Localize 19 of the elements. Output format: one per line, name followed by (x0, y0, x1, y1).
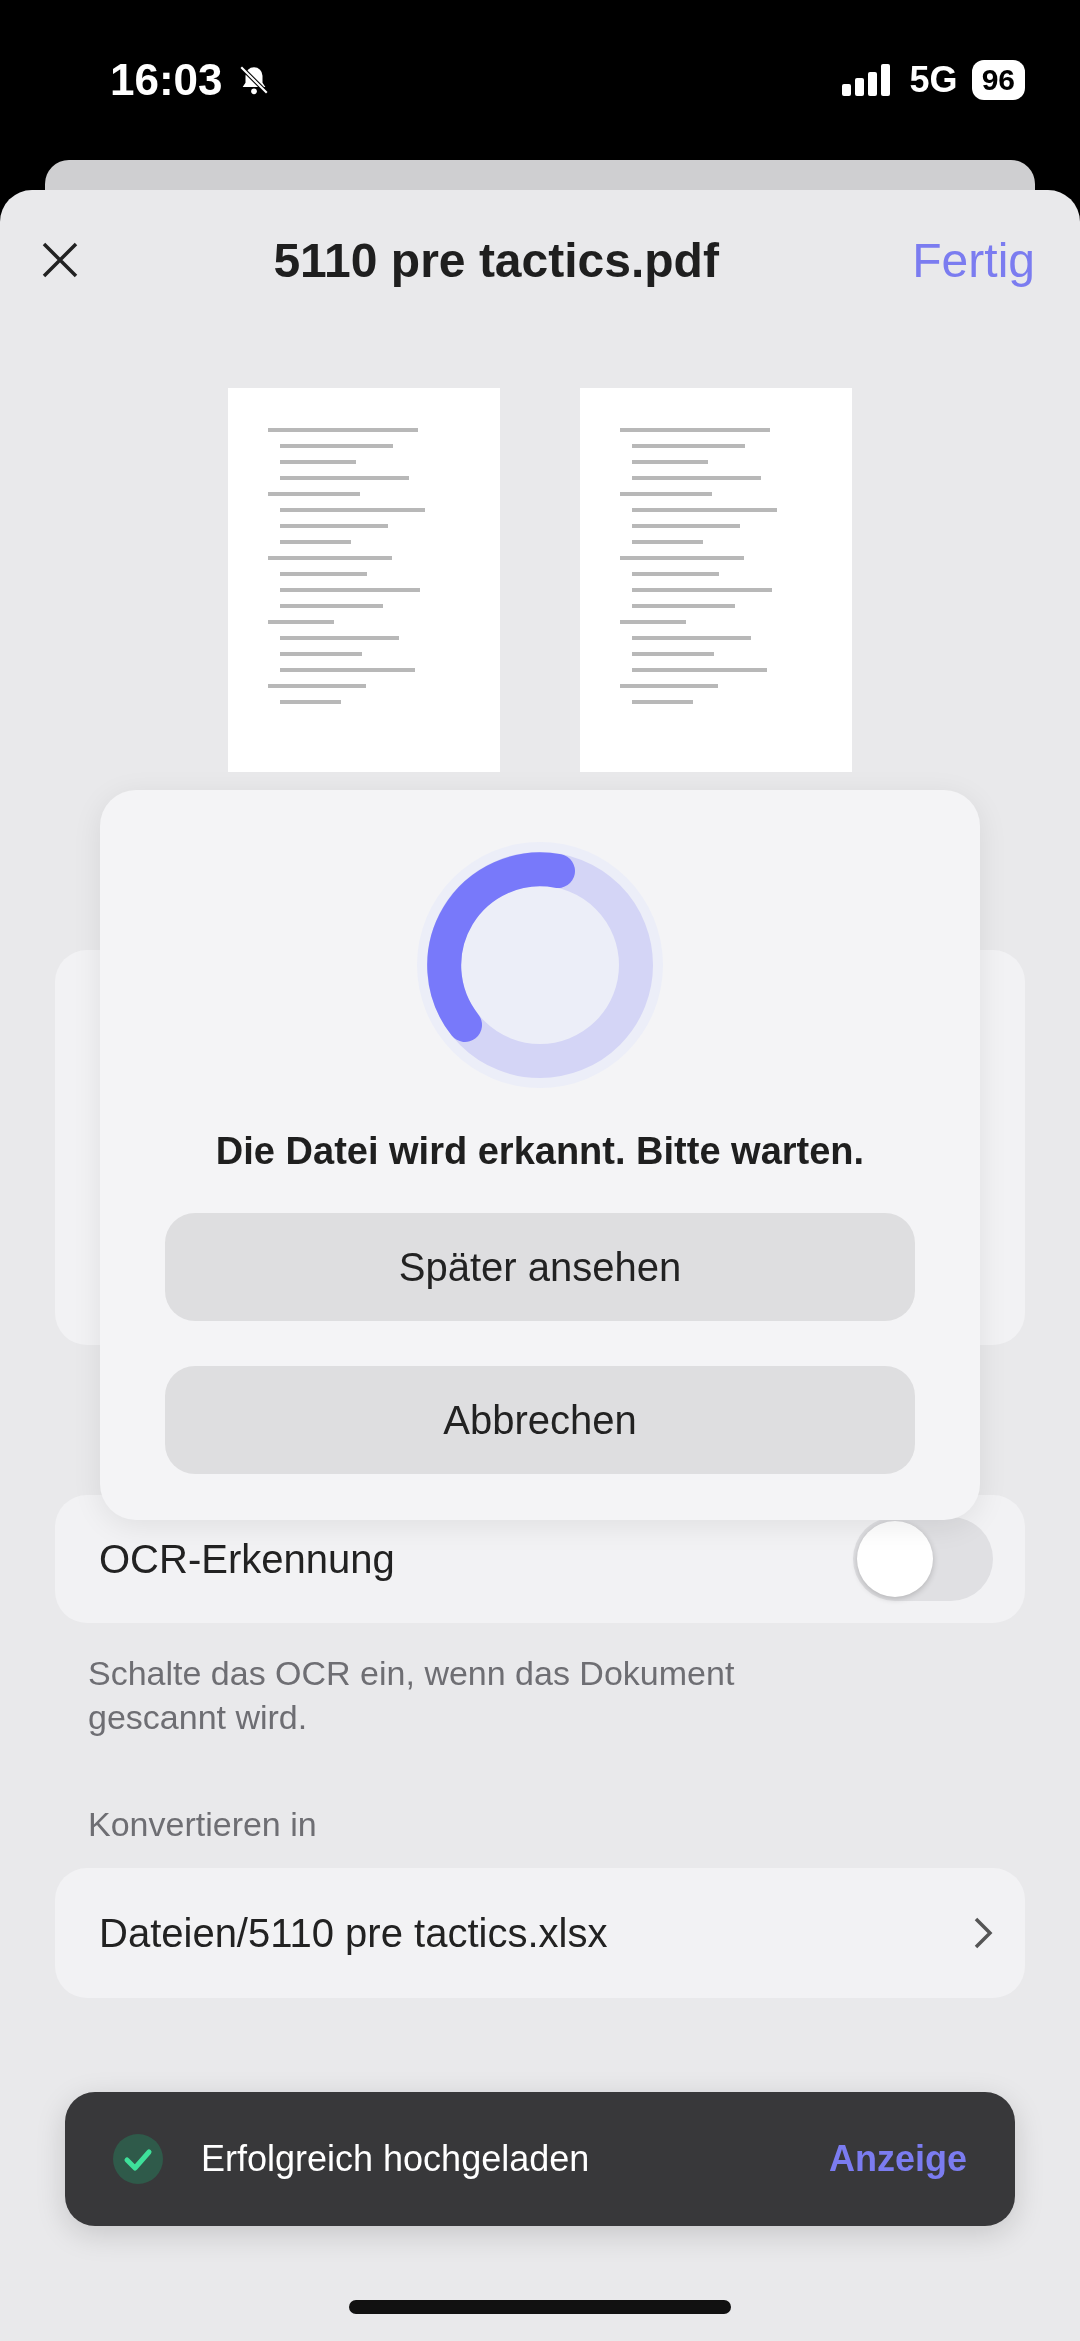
close-icon[interactable] (40, 240, 80, 280)
loading-spinner-icon (415, 840, 665, 1090)
battery-level: 96 (971, 60, 1025, 100)
chevron-right-icon (973, 1916, 993, 1951)
network-label: 5G (909, 59, 958, 101)
status-time: 16:03 (110, 55, 223, 105)
page-thumbnail[interactable] (580, 388, 852, 772)
toast-message: Erfolgreich hochgeladen (201, 2138, 591, 2180)
dialog-button[interactable]: Später ansehen (165, 1213, 915, 1321)
ocr-label: OCR-Erkennung (99, 1536, 395, 1582)
section-label: Konvertieren in (87, 1805, 318, 1845)
ocr-hint: Schalte das OCR ein, wenn das Dokument gescannt wird. (87, 1653, 736, 1739)
destination-row[interactable]: Dateien/5110 pre tactics.xlsx (55, 1868, 1025, 1999)
dialog-button[interactable]: Abbrechen (165, 1366, 915, 1474)
document-title: 5110 pre tactics.pdf (273, 232, 719, 288)
dialog-message: Die Datei wird erkannt. Bitte warten. (215, 1130, 865, 1173)
page-thumbnail[interactable] (228, 388, 500, 772)
destination-path: Dateien/5110 pre tactics.xlsx (99, 1910, 608, 1956)
check-circle-icon (113, 2134, 163, 2184)
